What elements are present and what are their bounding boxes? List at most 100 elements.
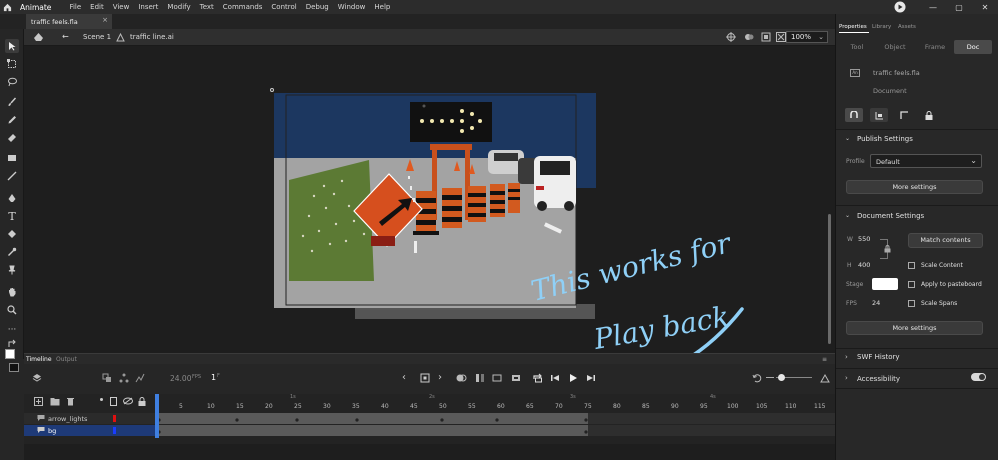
onion-skin-icon[interactable] (102, 373, 112, 383)
edit-scene-icon[interactable] (33, 32, 44, 42)
menu-help[interactable]: Help (374, 3, 390, 11)
selection-tool-icon[interactable] (5, 39, 19, 53)
document-more-settings-button[interactable]: More settings (846, 321, 983, 335)
constrain-link-icon[interactable] (884, 245, 891, 253)
menu-file[interactable]: File (69, 3, 81, 11)
apply-pasteboard-checkbox[interactable] (908, 281, 915, 288)
menu-debug[interactable]: Debug (306, 3, 329, 11)
clip-stage-icon[interactable] (761, 32, 771, 42)
line-tool-icon[interactable] (5, 169, 19, 183)
menu-control[interactable]: Control (271, 3, 296, 11)
symbol-name[interactable]: traffic line.ai (130, 33, 174, 41)
fill-color-swatch[interactable] (9, 363, 19, 372)
menu-commands[interactable]: Commands (223, 3, 263, 11)
new-folder-icon[interactable] (50, 397, 60, 406)
layer-color-swatch[interactable] (113, 427, 116, 434)
match-contents-button[interactable]: Match contents (908, 233, 983, 248)
layer-name[interactable]: bg (48, 427, 56, 435)
delete-layer-icon[interactable] (66, 397, 75, 406)
chevron-down-icon[interactable]: ⌄ (845, 135, 850, 142)
eraser-tool-icon[interactable] (5, 131, 19, 145)
layer-row[interactable]: arrow_lights (24, 413, 157, 424)
chevron-down-icon[interactable]: ⌄ (845, 212, 850, 219)
center-frame-icon[interactable] (119, 373, 129, 383)
zoom-in-icon[interactable] (820, 373, 830, 383)
graph-icon[interactable] (135, 373, 145, 383)
test-movie-icon[interactable] (894, 1, 920, 13)
menu-view[interactable]: View (113, 3, 130, 11)
lasso-tool-icon[interactable] (5, 75, 19, 89)
outline-icon[interactable] (110, 397, 117, 406)
tab-timeline[interactable]: Timeline (26, 356, 52, 363)
visibility-icon[interactable] (123, 397, 133, 405)
document-tab[interactable]: traffic feels.fla × (26, 14, 112, 29)
step-back-icon[interactable] (550, 373, 560, 383)
zoom-select[interactable]: 100% ⌄ (786, 31, 828, 43)
hand-tool-icon[interactable] (5, 285, 19, 299)
stage-pasteboard[interactable]: This works for Play back (24, 46, 835, 397)
pen-tool-icon[interactable] (5, 191, 19, 205)
edit-multiple-icon[interactable] (475, 373, 485, 383)
playhead[interactable] (155, 394, 159, 438)
timeline-zoom-handle[interactable] (778, 374, 785, 381)
center-stage-icon[interactable] (726, 32, 736, 42)
align-icon[interactable] (870, 108, 888, 122)
close-window-icon[interactable]: ✕ (972, 3, 998, 12)
menu-window[interactable]: Window (338, 3, 366, 11)
maximize-icon[interactable]: ▢ (946, 3, 972, 12)
frame-view-icon[interactable] (492, 373, 502, 383)
scale-spans-checkbox[interactable] (908, 300, 915, 307)
home-icon[interactable] (0, 0, 14, 14)
close-tab-icon[interactable]: × (102, 16, 108, 24)
fps-value[interactable]: 24.00 (170, 374, 191, 383)
brush-tool-icon[interactable] (5, 95, 19, 109)
segment-tool[interactable]: Tool (838, 40, 876, 54)
eyedropper-icon[interactable] (5, 245, 19, 259)
step-forward-icon[interactable] (586, 373, 596, 383)
stage-vertical-scrollbar[interactable] (828, 214, 831, 344)
menu-insert[interactable]: Insert (138, 3, 158, 11)
paint-bucket-icon[interactable] (5, 227, 19, 241)
profile-select[interactable]: Default ⌄ (870, 154, 982, 168)
document-settings-title[interactable]: Document Settings (857, 212, 924, 220)
prev-keyframe-icon[interactable]: ‹ (402, 372, 406, 383)
tab-assets[interactable]: Assets (898, 24, 916, 30)
publish-more-settings-button[interactable]: More settings (846, 180, 983, 194)
panel-menu-icon[interactable]: ≡ (822, 356, 827, 363)
tab-output[interactable]: Output (56, 356, 77, 363)
tab-library[interactable]: Library (872, 24, 891, 30)
doc-fps-value[interactable]: 24 (872, 299, 880, 307)
play-icon[interactable] (568, 373, 578, 383)
next-keyframe-icon[interactable]: › (438, 372, 442, 383)
new-layer-icon[interactable] (34, 397, 43, 406)
tab-properties[interactable]: Properties (839, 24, 867, 30)
segment-doc[interactable]: Doc (954, 40, 992, 54)
width-value[interactable]: 550 (858, 235, 870, 243)
rotation-icon[interactable] (744, 32, 754, 42)
zoom-out-icon[interactable] (766, 377, 774, 378)
current-frame[interactable]: 1 (211, 373, 216, 382)
menu-modify[interactable]: Modify (167, 3, 190, 11)
pencil-tool-icon[interactable] (5, 113, 19, 127)
snap-icon[interactable] (845, 108, 863, 122)
highlight-dot-icon[interactable] (100, 398, 103, 401)
free-transform-icon[interactable] (5, 57, 19, 71)
layers-icon[interactable] (32, 373, 42, 383)
layer-frames[interactable] (157, 425, 835, 436)
chevron-right-icon[interactable]: › (845, 374, 848, 382)
scale-content-checkbox[interactable] (908, 262, 915, 269)
layer-row[interactable]: bg (24, 425, 157, 436)
loop-icon[interactable] (532, 373, 543, 383)
frame-ruler[interactable]: 1s 2s 3s 4s 5 10 15 20 25 30 35 40 45 50… (157, 394, 835, 412)
swf-history-title[interactable]: SWF History (857, 353, 900, 361)
text-tool-icon[interactable]: T (5, 209, 19, 223)
layer-name[interactable]: arrow_lights (48, 415, 87, 423)
zoom-tool-icon[interactable] (5, 303, 19, 317)
chevron-right-icon[interactable]: › (845, 353, 848, 361)
menu-text[interactable]: Text (200, 3, 214, 11)
layer-frames[interactable] (157, 413, 835, 424)
more-tools-icon[interactable]: ··· (5, 323, 19, 337)
pin-tool-icon[interactable] (5, 263, 19, 277)
fit-stage-icon[interactable] (776, 32, 786, 42)
back-arrow-icon[interactable]: ← (62, 32, 69, 41)
